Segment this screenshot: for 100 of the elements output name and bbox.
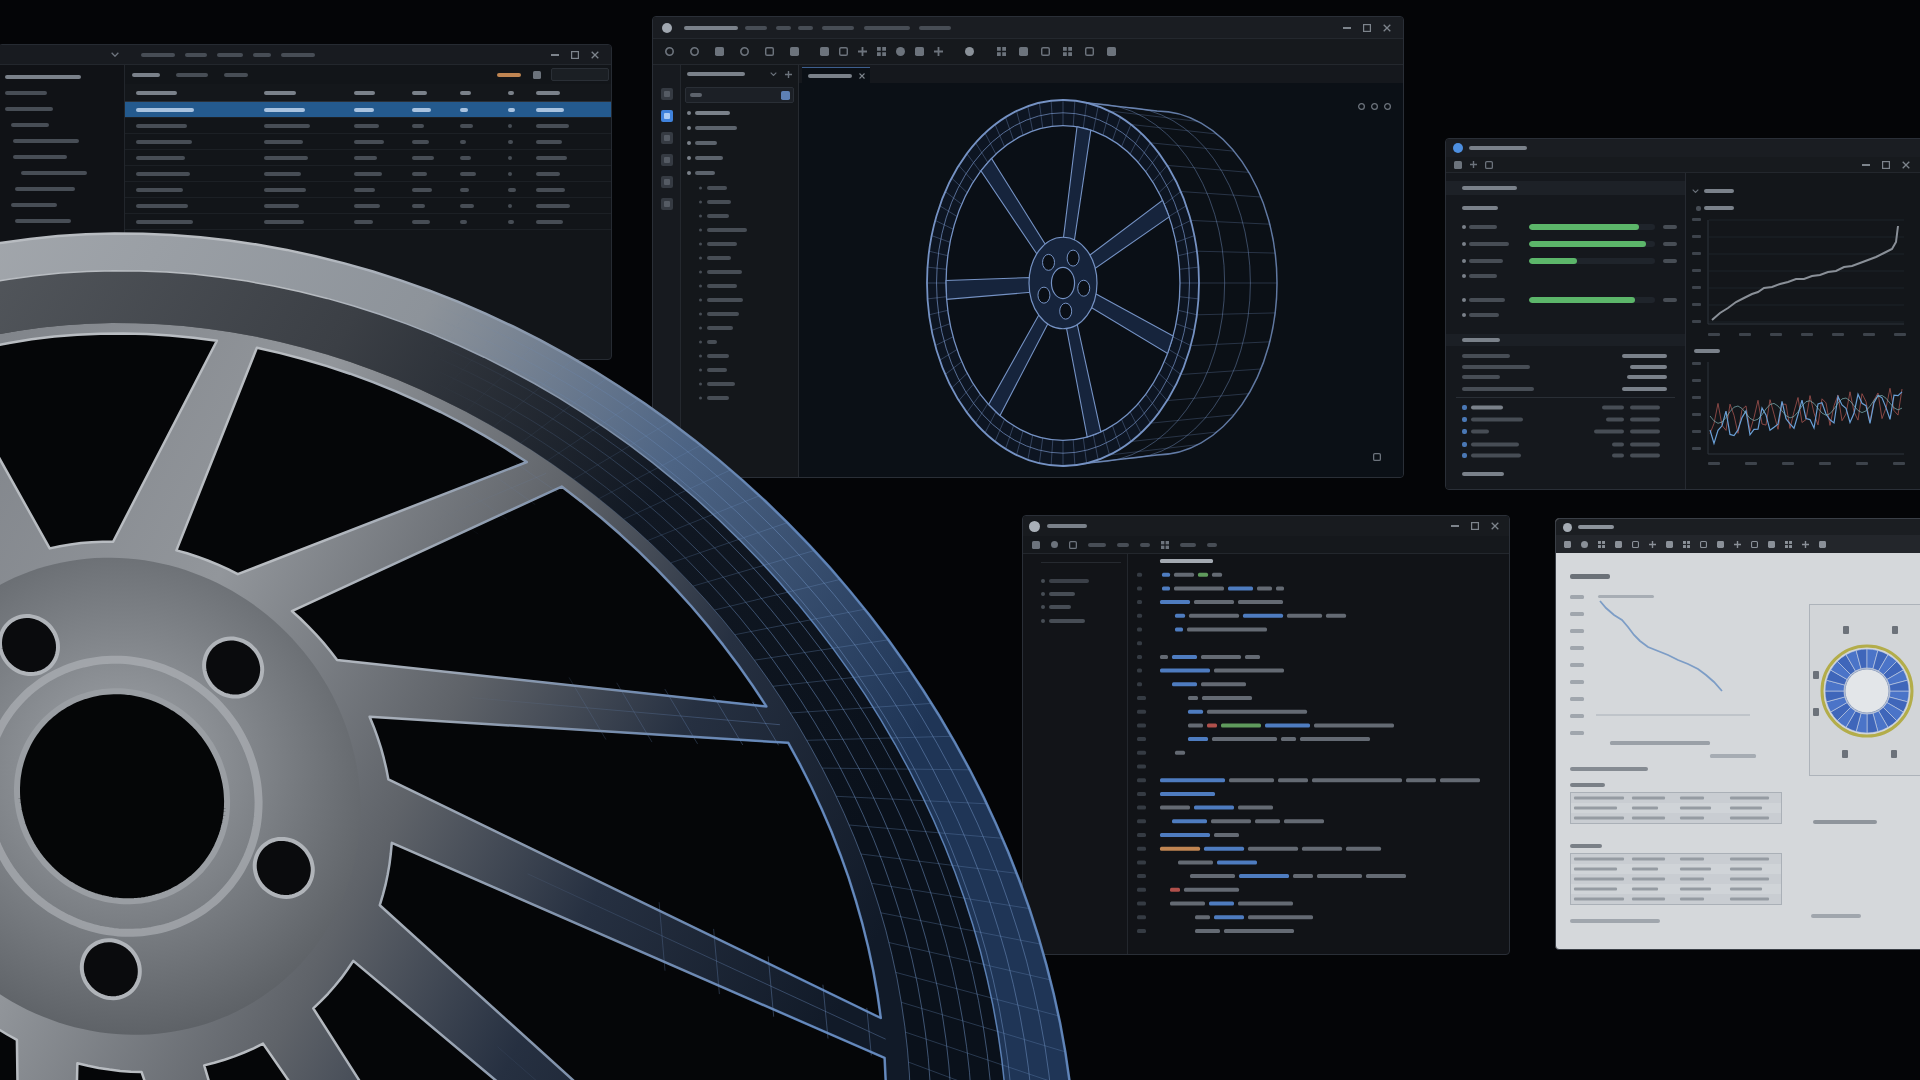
minimize-icon[interactable] xyxy=(1862,163,1870,166)
minimize-icon[interactable] xyxy=(1343,26,1351,29)
square-icon[interactable] xyxy=(715,47,724,56)
ring-icon[interactable] xyxy=(665,47,674,56)
circle-icon[interactable] xyxy=(1051,541,1058,548)
blurred-text-drawing xyxy=(1570,574,1610,579)
plus-icon[interactable] xyxy=(1734,540,1741,548)
maximize-icon[interactable] xyxy=(1882,160,1890,169)
blurred-text-drawing xyxy=(1663,241,1677,246)
square-outline-icon[interactable] xyxy=(1751,540,1758,548)
square-tile-icon[interactable] xyxy=(660,110,673,122)
close-icon[interactable] xyxy=(1491,522,1499,530)
plus-icon[interactable] xyxy=(1802,540,1809,548)
square-icon[interactable] xyxy=(533,70,541,79)
plus-icon[interactable] xyxy=(1649,540,1656,548)
square-outline-icon[interactable] xyxy=(839,47,848,56)
blurred-text-drawing xyxy=(1140,542,1150,547)
grid-icon[interactable] xyxy=(1785,540,1792,548)
ring-icon[interactable] xyxy=(690,47,699,56)
plus-icon[interactable] xyxy=(1470,161,1477,168)
square-icon[interactable] xyxy=(781,90,790,100)
blurred-text-drawing xyxy=(1462,297,1505,302)
square-tile-icon[interactable] xyxy=(660,132,673,144)
blurred-text-drawing xyxy=(1180,542,1196,547)
blurred-text-drawing xyxy=(687,72,745,76)
plus-icon[interactable] xyxy=(934,47,943,56)
square-tile-icon[interactable] xyxy=(660,198,673,210)
square-icon[interactable] xyxy=(1454,160,1462,169)
close-icon[interactable] xyxy=(591,50,599,59)
close-icon[interactable] xyxy=(1902,160,1910,169)
caret-icon[interactable] xyxy=(1692,189,1699,193)
square-icon[interactable] xyxy=(1615,540,1622,548)
square-icon[interactable] xyxy=(1768,540,1775,548)
square-outline-icon[interactable] xyxy=(765,47,774,56)
blurred-text-drawing xyxy=(1462,274,1497,278)
blurred-text-drawing xyxy=(1811,914,1861,918)
square-icon[interactable] xyxy=(1717,540,1724,548)
blurred-text-drawing xyxy=(1462,241,1509,246)
close-icon[interactable] xyxy=(859,72,865,79)
square-outline-icon[interactable] xyxy=(1485,160,1493,169)
square-icon[interactable] xyxy=(915,47,924,56)
maximize-icon[interactable] xyxy=(1363,23,1371,32)
square-icon[interactable] xyxy=(1666,540,1673,548)
table-row[interactable] xyxy=(125,102,611,118)
circle-icon[interactable] xyxy=(1581,540,1588,548)
square-icon[interactable] xyxy=(820,47,829,56)
square-tile-icon[interactable] xyxy=(660,154,673,166)
app-icon xyxy=(1453,143,1463,153)
blurred-text-drawing xyxy=(1578,525,1614,529)
square-tile-icon[interactable] xyxy=(660,88,673,100)
minimize-icon[interactable] xyxy=(551,53,559,56)
close-icon[interactable] xyxy=(1383,23,1391,32)
square-icon[interactable] xyxy=(1019,47,1028,56)
caret-icon[interactable] xyxy=(111,52,119,57)
caret-icon[interactable] xyxy=(770,72,777,76)
grid-icon[interactable] xyxy=(1063,47,1072,56)
square-outline-icon[interactable] xyxy=(1632,540,1639,548)
blurred-text-drawing xyxy=(690,93,702,97)
square-icon[interactable] xyxy=(790,47,799,56)
blurred-text-drawing xyxy=(1704,189,1734,193)
square-icon[interactable] xyxy=(1032,540,1040,549)
blurred-legend-drawing xyxy=(1598,595,1654,598)
square-outline-icon[interactable] xyxy=(1700,540,1707,548)
ring-icon[interactable] xyxy=(740,47,749,56)
blurred-text-drawing xyxy=(1696,206,1734,211)
blurred-text-drawing xyxy=(1047,524,1087,528)
square-icon[interactable] xyxy=(1819,540,1826,548)
square-outline-icon[interactable] xyxy=(1373,453,1381,461)
grid-icon[interactable] xyxy=(877,47,886,56)
blurred-text-drawing xyxy=(1088,542,1106,547)
square-outline-icon[interactable] xyxy=(1069,540,1077,549)
blurred-text-drawing xyxy=(1462,472,1504,476)
grid-icon[interactable] xyxy=(1598,540,1605,548)
grid-icon[interactable] xyxy=(1683,540,1690,548)
circle-icon[interactable] xyxy=(896,47,905,56)
app-icon xyxy=(1563,522,1572,532)
maximize-icon[interactable] xyxy=(1471,522,1479,530)
circle-icon[interactable] xyxy=(965,47,974,56)
blurred-text-drawing xyxy=(1469,146,1527,150)
square-outline-icon[interactable] xyxy=(1085,47,1094,56)
blurred-text-drawing xyxy=(1462,186,1517,190)
blurred-text-drawing xyxy=(1462,258,1503,263)
document-tab[interactable] xyxy=(802,67,870,83)
blurred-text-drawing xyxy=(1663,258,1677,263)
blurred-text-drawing xyxy=(1570,783,1605,787)
maximize-icon[interactable] xyxy=(571,50,579,59)
square-outline-icon[interactable] xyxy=(1041,47,1050,56)
blurred-text-drawing xyxy=(1462,224,1497,229)
search-field[interactable] xyxy=(685,87,794,103)
square-icon[interactable] xyxy=(1107,47,1116,56)
search-field[interactable] xyxy=(551,68,609,81)
grid-icon[interactable] xyxy=(997,47,1006,56)
grid-icon[interactable] xyxy=(1161,540,1169,549)
plus-icon[interactable] xyxy=(785,70,792,78)
plus-icon[interactable] xyxy=(858,47,867,56)
blurred-text-drawing xyxy=(1207,542,1217,547)
square-icon[interactable] xyxy=(1564,540,1571,548)
blurred-text-drawing xyxy=(1663,224,1677,229)
square-tile-icon[interactable] xyxy=(660,176,673,188)
blurred-text-drawing xyxy=(1570,844,1602,848)
